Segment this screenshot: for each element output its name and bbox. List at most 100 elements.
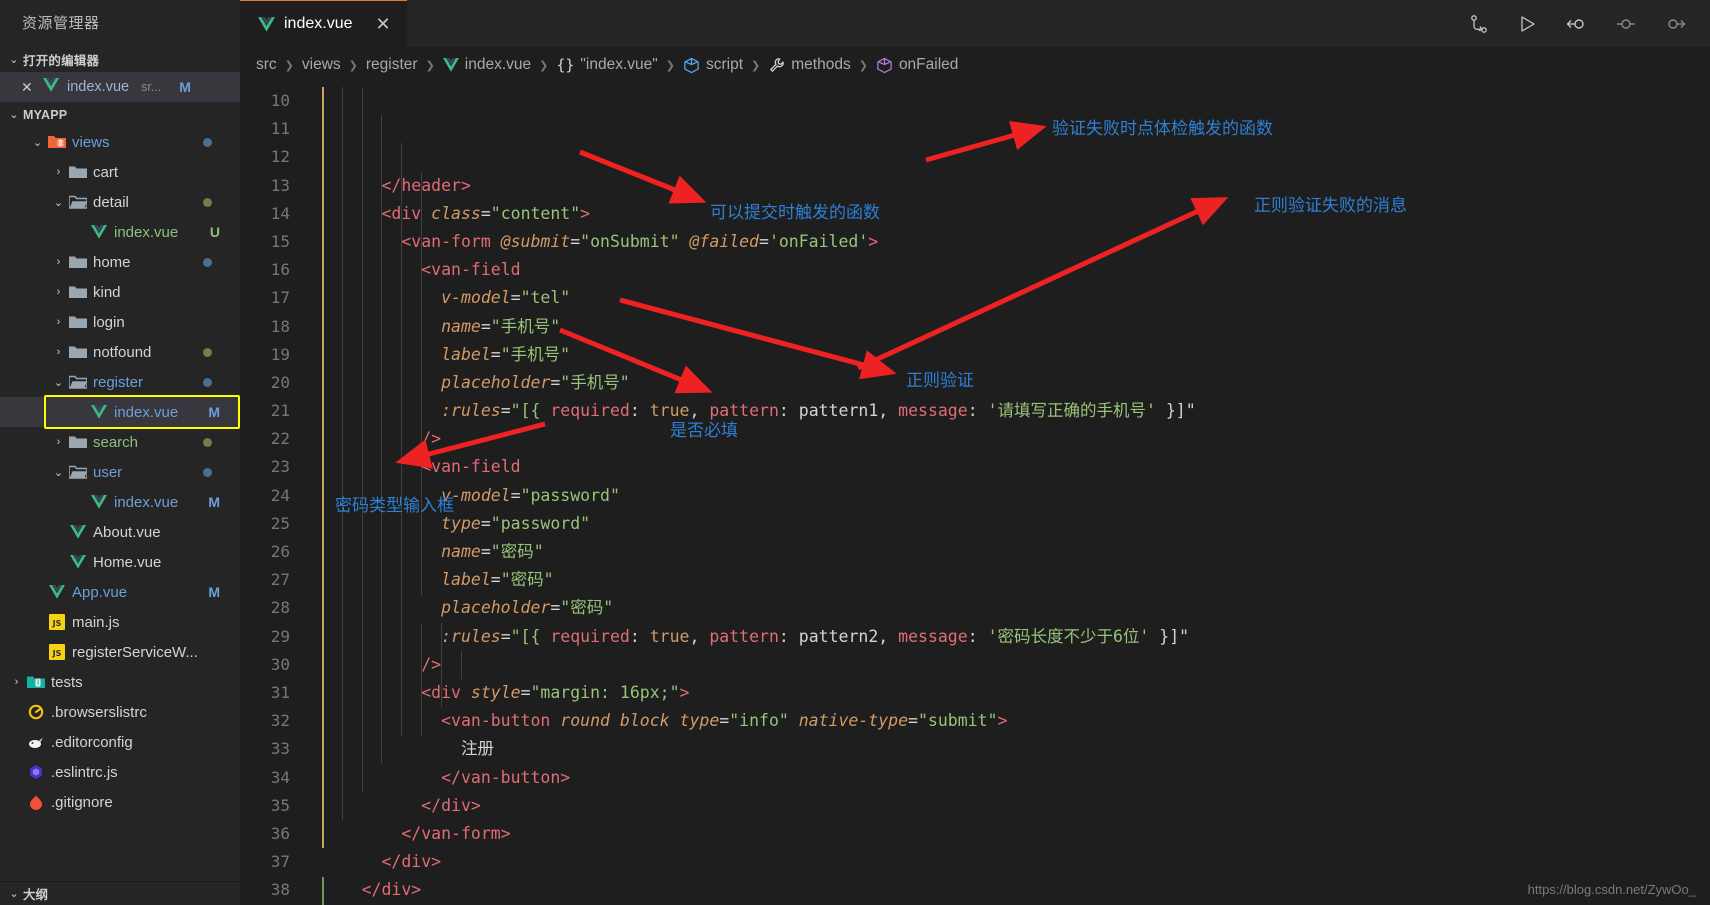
project-header[interactable]: ⌄ MYAPP bbox=[0, 102, 240, 127]
chevron-down-icon[interactable]: ⌄ bbox=[29, 136, 46, 149]
breadcrumb-label: "index.vue" bbox=[580, 56, 658, 73]
explorer-sidebar: ⌄ 打开的编辑器 ✕ index.vue sr... M ⌄ MYAPP ⌄ vi… bbox=[0, 47, 240, 905]
breadcrumb-item-register[interactable]: register bbox=[366, 56, 418, 74]
tree-item-register[interactable]: ⌄ register bbox=[0, 367, 240, 397]
tree-item-cart[interactable]: › cart bbox=[0, 157, 240, 187]
code-token: "密码" bbox=[490, 542, 544, 562]
tab-index-vue[interactable]: index.vue ✕ bbox=[240, 0, 407, 47]
tree-item-index-vue[interactable]: index.vue U bbox=[0, 217, 240, 247]
code-line: placeholder="手机号" bbox=[302, 369, 1710, 397]
code-token: = bbox=[510, 485, 521, 505]
tree-item-label: user bbox=[93, 463, 123, 481]
tree-item--gitignore[interactable]: .gitignore bbox=[0, 787, 240, 817]
tree-item-views[interactable]: ⌄ views bbox=[0, 127, 240, 157]
chevron-right-icon[interactable]: › bbox=[50, 316, 67, 328]
wrench-icon bbox=[768, 57, 785, 74]
code-token: = bbox=[510, 288, 521, 308]
chevron-right-icon[interactable]: › bbox=[50, 286, 67, 298]
line-number: 31 bbox=[270, 682, 290, 702]
tree-item-index-vue[interactable]: index.vue M bbox=[0, 397, 240, 427]
code-area[interactable]: 10 11 12 13 14 15 16 17 18 19 20 21 22 23 24 25 26 27 28 29… bbox=[240, 83, 1710, 905]
breadcrumb-item-indexvue[interactable]: index.vue bbox=[442, 56, 531, 74]
run-icon[interactable] bbox=[1516, 13, 1538, 35]
close-icon[interactable]: ✕ bbox=[21, 79, 35, 96]
chevron-right-icon[interactable]: › bbox=[50, 256, 67, 268]
breadcrumb-item-src[interactable]: src bbox=[256, 56, 277, 74]
tree-item-notfound[interactable]: › notfound bbox=[0, 337, 240, 367]
code-line: <div style="margin: 16px;"> bbox=[302, 679, 1710, 707]
breadcrumb-item-methods[interactable]: methods bbox=[768, 56, 851, 74]
compare-changes-icon[interactable] bbox=[1468, 13, 1490, 35]
tree-item-app-vue[interactable]: App.vue M bbox=[0, 577, 240, 607]
line-number: 16 bbox=[270, 260, 290, 280]
js-icon: JS bbox=[46, 644, 67, 660]
code-token: = bbox=[550, 598, 561, 618]
breadcrumb-label: src bbox=[256, 56, 277, 73]
code-token: : bbox=[778, 401, 799, 421]
line-number-gutter: 10 11 12 13 14 15 16 17 18 19 20 21 22 23 24 25 26 27 28 29… bbox=[240, 83, 302, 905]
code-content[interactable]: </header> <div class="content"> <van-for… bbox=[302, 83, 1710, 905]
code-token: = bbox=[480, 513, 491, 533]
code-token: :rules bbox=[441, 626, 501, 646]
chevron-right-icon[interactable]: › bbox=[50, 436, 67, 448]
tree-item--editorconfig[interactable]: .editorconfig bbox=[0, 727, 240, 757]
open-editor-item[interactable]: ✕ index.vue sr... M bbox=[0, 72, 240, 102]
chevron-down-icon[interactable]: ⌄ bbox=[50, 466, 67, 479]
code-token: = bbox=[500, 626, 511, 646]
debug-step-into-icon[interactable] bbox=[1664, 13, 1688, 35]
tree-item-main-js[interactable]: JS main.js bbox=[0, 607, 240, 637]
tree-item-label: .gitignore bbox=[51, 793, 113, 811]
tree-item-registerservicew---[interactable]: JS registerServiceW... bbox=[0, 637, 240, 667]
code-token: type bbox=[679, 711, 720, 731]
tree-item--eslintrc-js[interactable]: .eslintrc.js bbox=[0, 757, 240, 787]
debug-step-over-icon[interactable] bbox=[1614, 13, 1638, 35]
tree-item-tests[interactable]: › tests bbox=[0, 667, 240, 697]
tree-item-about-vue[interactable]: About.vue bbox=[0, 517, 240, 547]
tree-item-user[interactable]: ⌄ user bbox=[0, 457, 240, 487]
chevron-right-icon[interactable]: › bbox=[50, 166, 67, 178]
tree-item-login[interactable]: › login bbox=[0, 307, 240, 337]
breadcrumb-item-views[interactable]: views bbox=[302, 56, 341, 74]
line-number: 22 bbox=[270, 429, 290, 449]
folder-open-icon bbox=[67, 375, 88, 389]
tree-item-index-vue[interactable]: index.vue M bbox=[0, 487, 240, 517]
folder-closed-icon bbox=[67, 285, 88, 299]
open-editors-header[interactable]: ⌄ 打开的编辑器 bbox=[0, 47, 240, 72]
tree-item-search[interactable]: › search bbox=[0, 427, 240, 457]
outline-label: 大纲 bbox=[23, 888, 49, 902]
chevron-right-icon[interactable]: › bbox=[8, 676, 25, 688]
breadcrumb-item-onfailed[interactable]: onFailed bbox=[876, 56, 958, 74]
code-token: name bbox=[441, 316, 481, 336]
tree-item--browserslistrc[interactable]: .browserslistrc bbox=[0, 697, 240, 727]
tree-item-label: kind bbox=[93, 283, 121, 301]
chevron-right-icon[interactable]: › bbox=[50, 346, 67, 358]
tree-item-detail[interactable]: ⌄ detail bbox=[0, 187, 240, 217]
line-number: 11 bbox=[270, 119, 290, 139]
chevron-down-icon[interactable]: ⌄ bbox=[50, 196, 67, 209]
git-icon bbox=[25, 794, 46, 810]
close-icon[interactable]: ✕ bbox=[376, 15, 391, 33]
outline-section-header[interactable]: ⌄ 大纲 bbox=[0, 881, 240, 905]
breadcrumb-item-indexvue[interactable]: {} "index.vue" bbox=[556, 56, 657, 74]
code-token: > bbox=[580, 203, 591, 223]
tree-item-home-vue[interactable]: Home.vue bbox=[0, 547, 240, 577]
breadcrumb-item-script[interactable]: script bbox=[683, 56, 743, 74]
debug-step-back-icon[interactable] bbox=[1564, 13, 1588, 35]
tree-item-home[interactable]: › home bbox=[0, 247, 240, 277]
chevron-down-icon[interactable]: ⌄ bbox=[50, 376, 67, 389]
code-token: <van-field bbox=[421, 457, 521, 477]
code-token: 注册 bbox=[302, 739, 494, 759]
tree-item-kind[interactable]: › kind bbox=[0, 277, 240, 307]
braces-icon: {} bbox=[556, 56, 575, 74]
code-token: "[{ bbox=[510, 626, 551, 646]
line-number: 28 bbox=[270, 598, 290, 618]
